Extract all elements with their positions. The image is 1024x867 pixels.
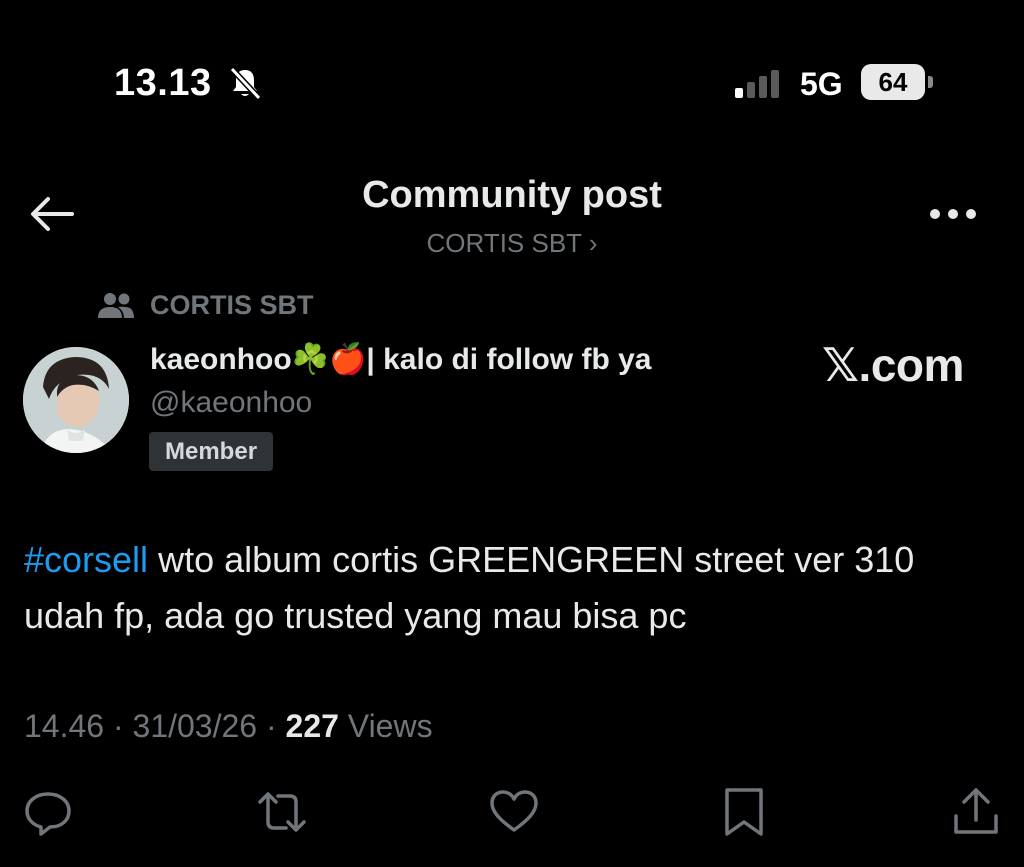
battery-icon: 64: [861, 64, 925, 100]
status-time: 13.13: [114, 62, 212, 104]
views-label: Views: [338, 708, 433, 744]
network-label: 5G: [800, 66, 843, 102]
community-icon: [98, 293, 134, 318]
reply-icon: [25, 792, 71, 836]
community-link[interactable]: CORTIS SBT ›: [0, 228, 1024, 259]
hashtag-link[interactable]: #corsell: [24, 539, 148, 580]
post-meta: 14.46 · 31/03/26 · 227 Views: [24, 708, 433, 745]
page-title: Community post: [362, 174, 662, 216]
like-icon: [490, 790, 538, 832]
battery-cap: [928, 76, 933, 88]
post-text: #corsell wto album cortis GREENGREEN str…: [24, 532, 984, 644]
author-handle[interactable]: @kaeonhoo: [150, 386, 312, 420]
bell-muted-icon: [229, 66, 262, 101]
bookmark-button[interactable]: [718, 786, 770, 838]
like-button[interactable]: [488, 786, 540, 838]
screen: 13.13 5G 64 Community post CORTIS SBT › …: [0, 0, 1024, 867]
bookmark-icon: [725, 788, 763, 836]
meta-separator-2: ·: [257, 708, 286, 744]
views-count: 227: [285, 708, 339, 744]
avatar[interactable]: [23, 347, 129, 453]
battery-level: 64: [878, 66, 908, 97]
meta-separator: ·: [104, 708, 133, 744]
repost-icon: [258, 792, 306, 832]
x-com-watermark: 𝕏.com: [822, 339, 964, 391]
signal-icon: [735, 70, 779, 98]
community-name[interactable]: CORTIS SBT: [150, 290, 314, 321]
more-horizontal-icon[interactable]: [928, 206, 978, 222]
repost-button[interactable]: [256, 786, 308, 838]
display-name[interactable]: kaeonhoo☘️🍎| kalo di follow fb ya: [150, 342, 651, 377]
post-date: 31/03/26: [132, 708, 258, 744]
avatar-image: [23, 347, 129, 453]
post-time: 14.46: [24, 708, 105, 744]
share-button[interactable]: [950, 786, 1002, 838]
reply-button[interactable]: [22, 786, 74, 838]
post-body: wto album cortis GREENGREEN street ver 3…: [24, 539, 915, 636]
share-icon: [954, 788, 998, 834]
member-badge: Member: [149, 432, 274, 471]
